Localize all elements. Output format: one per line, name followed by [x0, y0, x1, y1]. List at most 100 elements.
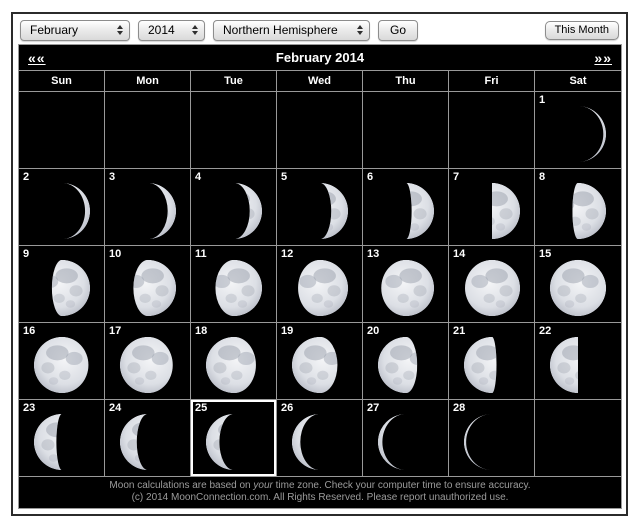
- day-cell-19: 19: [277, 323, 363, 400]
- day-number: 1: [539, 94, 545, 106]
- moon-phase-icon: [118, 181, 178, 241]
- day-cell-28: 28: [449, 400, 535, 477]
- footer-copyright: (c) 2014 MoonConnection.com. All Rights …: [23, 492, 617, 504]
- stepper-icon: [357, 25, 363, 35]
- calendar-title: February 2014: [19, 50, 621, 65]
- moon-phase-icon: [290, 258, 350, 318]
- day-number: 15: [539, 248, 551, 260]
- moon-phase-icon: [376, 258, 436, 318]
- month-select-value: February: [30, 23, 78, 37]
- prev-month-link[interactable]: ««: [28, 50, 46, 66]
- moon-phase-icon: [462, 258, 522, 318]
- day-number: 16: [23, 325, 35, 337]
- moon-image-wrap: [191, 256, 276, 319]
- day-cell-17: 17: [105, 323, 191, 400]
- moon-image-wrap: [277, 256, 362, 319]
- moon-image-wrap: [449, 256, 534, 319]
- day-cell-14: 14: [449, 246, 535, 323]
- next-month-link[interactable]: »»: [594, 50, 612, 66]
- day-cell-13: 13: [363, 246, 449, 323]
- day-cell-27: 27: [363, 400, 449, 477]
- day-number: 11: [195, 248, 207, 260]
- day-cell-24: 24: [105, 400, 191, 477]
- moon-image-wrap: [19, 256, 104, 319]
- moon-image-wrap: [535, 256, 621, 319]
- day-number: 25: [195, 402, 207, 414]
- moon-image-wrap: [191, 410, 276, 473]
- moon-phase-icon: [548, 104, 608, 164]
- moon-phase-icon: [32, 412, 92, 472]
- day-number: 12: [281, 248, 293, 260]
- day-number: 10: [109, 248, 121, 260]
- moon-phase-icon: [32, 335, 92, 395]
- year-select-value: 2014: [148, 23, 175, 37]
- month-select[interactable]: February: [20, 20, 130, 41]
- day-cell-2: 2: [19, 169, 105, 246]
- moon-image-wrap: [19, 179, 104, 242]
- day-number: 21: [453, 325, 465, 337]
- day-number: 8: [539, 171, 545, 183]
- day-number: 3: [109, 171, 115, 183]
- empty-day-cell: [363, 92, 449, 169]
- moon-image-wrap: [363, 179, 448, 242]
- day-cell-5: 5: [277, 169, 363, 246]
- day-number: 5: [281, 171, 287, 183]
- day-number: 24: [109, 402, 121, 414]
- day-cell-8: 8: [535, 169, 621, 246]
- empty-day-cell: [19, 92, 105, 169]
- moon-phase-icon: [204, 181, 264, 241]
- moon-phase-icon: [548, 335, 608, 395]
- day-cell-26: 26: [277, 400, 363, 477]
- calendar-title-bar: «« February 2014 »»: [19, 45, 621, 71]
- moon-image-wrap: [191, 333, 276, 396]
- day-cell-9: 9: [19, 246, 105, 323]
- moon-image-wrap: [535, 333, 621, 396]
- day-number: 22: [539, 325, 551, 337]
- this-month-button[interactable]: This Month: [545, 21, 619, 40]
- day-header-thu: Thu: [363, 71, 449, 92]
- day-cell-20: 20: [363, 323, 449, 400]
- day-number: 6: [367, 171, 373, 183]
- moon-phase-icon: [32, 258, 92, 318]
- hemisphere-select-value: Northern Hemisphere: [223, 23, 338, 37]
- day-cell-11: 11: [191, 246, 277, 323]
- moon-phase-icon: [204, 258, 264, 318]
- day-number: 7: [453, 171, 459, 183]
- toolbar: February 2014 Northern Hemisphere Go Thi…: [20, 18, 619, 42]
- day-number: 9: [23, 248, 29, 260]
- moon-image-wrap: [277, 179, 362, 242]
- moon-image-wrap: [449, 333, 534, 396]
- year-select[interactable]: 2014: [138, 20, 205, 41]
- moon-phase-icon: [548, 181, 608, 241]
- moon-phase-icon: [462, 181, 522, 241]
- moon-image-wrap: [191, 179, 276, 242]
- moon-phase-icon: [118, 335, 178, 395]
- day-cell-15: 15: [535, 246, 621, 323]
- day-number: 18: [195, 325, 207, 337]
- day-cell-25: 25: [191, 400, 277, 477]
- day-number: 4: [195, 171, 201, 183]
- calendar-grid: 1234567891011121314151617181920212223242…: [19, 92, 621, 477]
- day-number: 20: [367, 325, 379, 337]
- day-cell-22: 22: [535, 323, 621, 400]
- moon-image-wrap: [535, 179, 621, 242]
- empty-day-cell: [535, 400, 621, 477]
- moon-image-wrap: [363, 256, 448, 319]
- moon-phase-icon: [548, 258, 608, 318]
- moon-phase-icon: [376, 181, 436, 241]
- day-number: 26: [281, 402, 293, 414]
- moon-image-wrap: [105, 410, 190, 473]
- day-cell-4: 4: [191, 169, 277, 246]
- moon-image-wrap: [449, 410, 534, 473]
- go-button[interactable]: Go: [378, 20, 418, 41]
- day-number: 14: [453, 248, 465, 260]
- moon-phase-icon: [290, 412, 350, 472]
- moon-image-wrap: [277, 333, 362, 396]
- empty-day-cell: [449, 92, 535, 169]
- day-headers-row: SunMonTueWedThuFriSat: [19, 71, 621, 92]
- moon-image-wrap: [277, 410, 362, 473]
- stepper-icon: [117, 25, 123, 35]
- day-number: 23: [23, 402, 35, 414]
- moon-phase-icon: [118, 258, 178, 318]
- hemisphere-select[interactable]: Northern Hemisphere: [213, 20, 370, 41]
